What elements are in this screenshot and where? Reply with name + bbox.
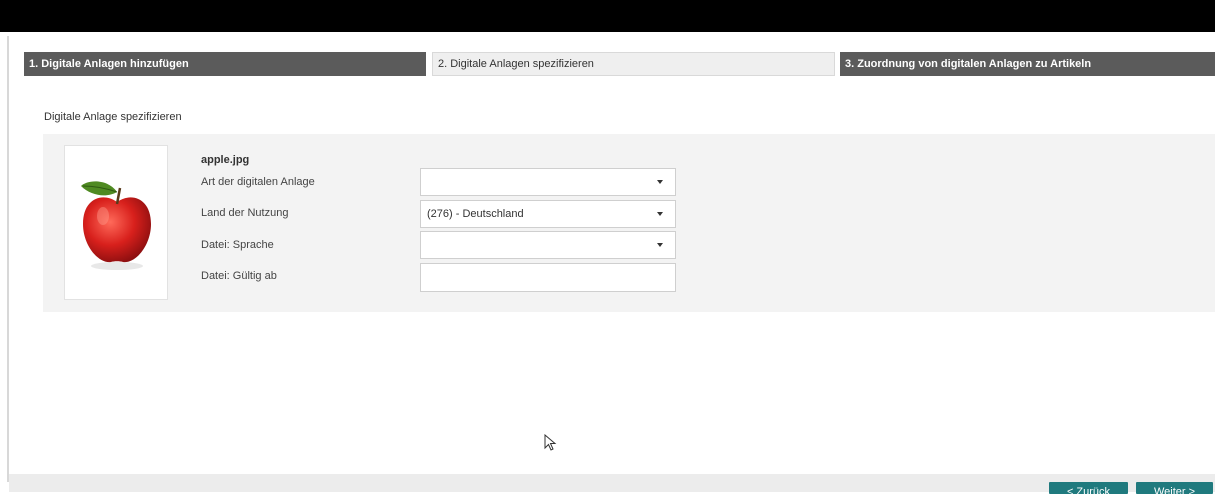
- apple-image: [81, 181, 151, 270]
- left-edge: [7, 36, 9, 482]
- section-title: Digitale Anlage spezifizieren: [44, 111, 182, 123]
- valid-from-input[interactable]: [420, 263, 676, 292]
- asset-type-select[interactable]: [420, 168, 676, 196]
- wizard-steps: 1. Digitale Anlagen hinzufügen 2. Digita…: [24, 52, 1215, 76]
- country-label: Land der Nutzung: [201, 207, 289, 219]
- chevron-down-icon: [657, 243, 663, 247]
- chevron-down-icon: [657, 212, 663, 216]
- step-assign-assets[interactable]: 3. Zuordnung von digitalen Anlagen zu Ar…: [840, 52, 1215, 76]
- step-add-assets[interactable]: 1. Digitale Anlagen hinzufügen: [24, 52, 426, 76]
- valid-from-label: Datei: Gültig ab: [201, 270, 277, 282]
- country-select[interactable]: (276) - Deutschland: [420, 200, 676, 228]
- step-specify-assets[interactable]: 2. Digitale Anlagen spezifizieren: [432, 52, 835, 76]
- mouse-cursor-icon: [544, 434, 557, 451]
- asset-panel: apple.jpg Art der digitalen Anlage Land …: [43, 134, 1215, 312]
- back-button[interactable]: < Zurück: [1049, 482, 1128, 494]
- next-button[interactable]: Weiter >: [1136, 482, 1213, 494]
- asset-type-label: Art der digitalen Anlage: [201, 176, 315, 188]
- language-select[interactable]: [420, 231, 676, 259]
- language-label: Datei: Sprache: [201, 239, 274, 251]
- country-value: (276) - Deutschland: [427, 208, 524, 220]
- asset-filename: apple.jpg: [201, 154, 250, 166]
- top-bar: [0, 0, 1215, 32]
- footer-bar: [9, 474, 1215, 492]
- asset-thumbnail[interactable]: [64, 145, 168, 300]
- chevron-down-icon: [657, 180, 663, 184]
